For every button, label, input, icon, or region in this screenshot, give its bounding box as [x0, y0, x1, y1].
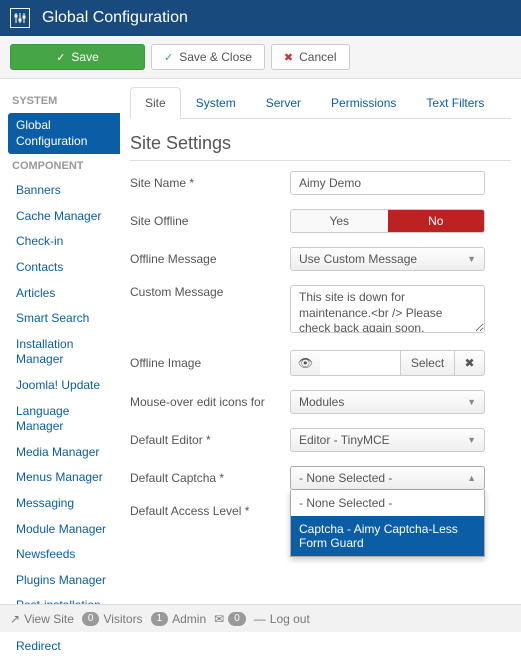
eye-icon: 👁 [298, 356, 313, 370]
cancel-button[interactable]: ✖ Cancel [271, 44, 350, 70]
site-offline-yes[interactable]: Yes [291, 210, 388, 232]
clear-image-button[interactable]: ✖ [455, 350, 485, 376]
tab-site[interactable]: Site [130, 87, 181, 119]
offline-message-value: Use Custom Message [299, 252, 417, 266]
label-site-offline: Site Offline [130, 214, 290, 228]
sidebar-item-articles[interactable]: Articles [8, 281, 120, 307]
site-name-input[interactable] [290, 171, 485, 195]
captcha-option-aimy[interactable]: Captcha - Aimy Captcha-Less Form Guard [291, 516, 484, 556]
close-icon: ✖ [464, 356, 474, 370]
cancel-icon: ✖ [284, 51, 293, 64]
label-default-editor: Default Editor * [130, 433, 290, 447]
view-site-label: View Site [24, 612, 74, 626]
equalizer-icon [10, 8, 30, 28]
sidebar-item-smart-search[interactable]: Smart Search [8, 306, 120, 332]
mail-count: 0 [228, 612, 246, 626]
cancel-label: Cancel [299, 50, 336, 64]
chevron-up-icon: ▲ [467, 473, 476, 483]
save-close-button[interactable]: ✓ Save & Close [151, 44, 265, 70]
logout-link[interactable]: — Log out [254, 612, 310, 626]
label-default-captcha: Default Captcha * [130, 471, 290, 485]
default-captcha-select[interactable]: - None Selected - ▲ [290, 466, 485, 490]
save-label: Save [71, 50, 98, 64]
preview-button[interactable]: 👁 [290, 350, 320, 376]
sidebar-item-cache-manager[interactable]: Cache Manager [8, 204, 120, 230]
custom-message-textarea[interactable]: This site is down for maintenance.<br />… [290, 285, 485, 333]
admin-label: Admin [172, 612, 206, 626]
tab-permissions[interactable]: Permissions [316, 87, 411, 118]
mouseover-value: Modules [299, 395, 344, 409]
tab-server[interactable]: Server [251, 87, 316, 118]
sidebar-item-redirect[interactable]: Redirect [8, 634, 120, 660]
chevron-down-icon: ▼ [467, 435, 476, 445]
logout-icon: — [254, 612, 266, 626]
label-default-access: Default Access Level * [130, 504, 290, 518]
sidebar-item-global-configuration[interactable]: Global Configuration [8, 113, 120, 154]
captcha-option-none[interactable]: - None Selected - [291, 490, 484, 516]
label-offline-image: Offline Image [130, 356, 290, 370]
check-icon: ✓ [56, 51, 65, 64]
save-close-label: Save & Close [179, 50, 252, 64]
label-mouseover: Mouse-over edit icons for [130, 395, 290, 409]
save-button[interactable]: ✓ Save [10, 44, 145, 70]
admin-link[interactable]: 1 Admin [151, 612, 207, 626]
mouseover-select[interactable]: Modules ▼ [290, 390, 485, 414]
visitors-link[interactable]: 0 Visitors [82, 612, 143, 626]
default-editor-value: Editor - TinyMCE [299, 433, 390, 447]
sidebar-item-module-manager[interactable]: Module Manager [8, 517, 120, 543]
tab-system[interactable]: System [181, 87, 251, 118]
label-offline-message: Offline Message [130, 252, 290, 266]
chevron-down-icon: ▼ [467, 254, 476, 264]
external-icon: ↗ [10, 612, 20, 626]
default-captcha-value: - None Selected - [299, 471, 392, 485]
sidebar-heading-system: SYSTEM [12, 95, 120, 107]
label-custom-message: Custom Message [130, 285, 290, 299]
offline-image-path [320, 350, 400, 376]
check-icon: ✓ [164, 51, 173, 64]
site-offline-no[interactable]: No [388, 210, 485, 232]
default-editor-select[interactable]: Editor - TinyMCE ▼ [290, 428, 485, 452]
sidebar-item-messaging[interactable]: Messaging [8, 491, 120, 517]
logout-label: Log out [270, 612, 310, 626]
offline-message-select[interactable]: Use Custom Message ▼ [290, 247, 485, 271]
label-site-name: Site Name * [130, 176, 290, 190]
sidebar-item-plugins-manager[interactable]: Plugins Manager [8, 568, 120, 594]
chevron-down-icon: ▼ [467, 397, 476, 407]
select-image-button[interactable]: Select [400, 350, 455, 376]
sidebar-item-check-in[interactable]: Check-in [8, 229, 120, 255]
admin-count: 1 [151, 612, 169, 626]
view-site-link[interactable]: ↗ View Site [10, 612, 74, 626]
section-title: Site Settings [130, 133, 511, 161]
sidebar-item-language-manager[interactable]: Language Manager [8, 399, 120, 440]
sidebar-item-menus-manager[interactable]: Menus Manager [8, 465, 120, 491]
sidebar-item-joomla-update[interactable]: Joomla! Update [8, 373, 120, 399]
sidebar-item-contacts[interactable]: Contacts [8, 255, 120, 281]
tab-text-filters[interactable]: Text Filters [411, 87, 499, 118]
sidebar-item-newsfeeds[interactable]: Newsfeeds [8, 542, 120, 568]
page-title: Global Configuration [42, 9, 188, 27]
sidebar-item-media-manager[interactable]: Media Manager [8, 440, 120, 466]
mail-icon: ✉ [214, 612, 224, 626]
sidebar-item-installation-manager[interactable]: Installation Manager [8, 332, 120, 373]
visitors-count: 0 [82, 612, 100, 626]
mail-link[interactable]: ✉ 0 [214, 612, 246, 626]
sidebar-item-banners[interactable]: Banners [8, 178, 120, 204]
sidebar-heading-component: COMPONENT [12, 160, 120, 172]
default-captcha-options: - None Selected - Captcha - Aimy Captcha… [290, 490, 485, 557]
visitors-label: Visitors [103, 612, 142, 626]
